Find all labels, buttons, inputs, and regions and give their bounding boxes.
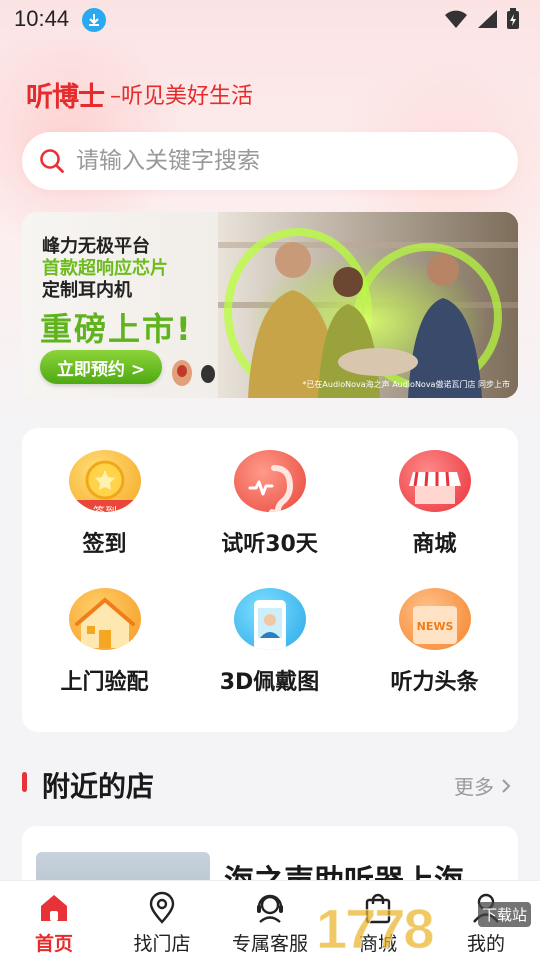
hearing-aid-icon [172,360,215,386]
quick-action-home-fitting[interactable]: 上门验配 [22,566,187,696]
quick-action-shop[interactable]: 商城 [352,428,517,558]
status-icons [444,8,520,30]
signal-icon [478,10,497,28]
ear-icon [233,450,306,512]
nav-find-store[interactable]: 找门店 [108,881,216,960]
more-link[interactable]: 更多 [454,771,514,800]
checkin-badge-text: 签到 [92,504,116,512]
banner-photo [218,212,518,398]
download-icon [82,8,106,32]
quick-action-label: 商城 [412,532,457,557]
search-bar[interactable] [22,132,518,190]
nav-label: 我的 [466,933,505,955]
section-marker [22,772,27,792]
quick-action-news[interactable]: NEWS 听力头条 [352,566,517,696]
quick-action-3d-fitting[interactable]: 3D佩戴图 [187,566,352,696]
home-icon [41,895,67,921]
watermark: 1778 [316,897,436,960]
search-input[interactable] [76,148,476,174]
news-icon: NEWS [398,588,471,650]
app-logo: 听博士 –听见美好生活 [26,76,254,113]
checkin-coin-icon: 签到 [68,450,141,512]
wifi-icon [445,10,467,28]
banner-line-3: 定制耳内机 [42,280,132,301]
banner-headline: 重磅上市! [40,310,193,348]
location-pin-icon [149,891,175,924]
brand-slogan: –听见美好生活 [110,84,254,109]
shop-awning-icon [398,450,471,512]
nearby-stores-title: 附近的店 [42,770,155,803]
nav-label: 找门店 [133,933,191,955]
headset-icon [257,894,283,923]
promo-banner[interactable]: 峰力无极平台 首款超响应芯片 定制耳内机 重磅上市! 立即预约 > *已在Aud… [22,212,518,398]
status-time: 10:44 [14,6,70,31]
nav-label: 首页 [34,933,73,955]
house-icon [68,588,141,650]
nav-home[interactable]: 首页 [0,881,108,960]
more-link-label: 更多 [454,775,494,799]
quick-action-label: 签到 [82,532,127,557]
status-bar: 10:44 [0,0,540,40]
nav-customer-service[interactable]: 专属客服 [216,881,324,960]
brand-name: 听博士 [26,81,105,113]
phone-portrait-icon [233,588,306,650]
quick-actions-panel: 签到 签到 试听30天 商城 上门验配 3D佩戴图 NEWS 听力头条 [22,428,518,732]
quick-action-label: 上门验配 [60,670,149,695]
chevron-right-icon [502,778,511,793]
quick-action-label: 听力头条 [390,670,479,695]
watermark-tag: 下载站 [478,902,532,927]
battery-icon [507,8,519,29]
news-badge-text: NEWS [416,620,453,633]
quick-action-trial[interactable]: 试听30天 [187,428,352,558]
quick-action-label: 试听30天 [221,532,318,557]
quick-action-checkin[interactable]: 签到 签到 [22,428,187,558]
nav-label: 专属客服 [231,933,308,955]
reserve-button[interactable]: 立即预约 > [40,350,162,384]
banner-footnote: *已在AudioNova海之声 AudioNova傲诺瓦门店 同步上市 [302,380,510,389]
quick-action-label: 3D佩戴图 [219,670,320,695]
bottom-nav: 首页 找门店 专属客服 商城 我的 [0,880,540,960]
search-icon [40,149,64,173]
